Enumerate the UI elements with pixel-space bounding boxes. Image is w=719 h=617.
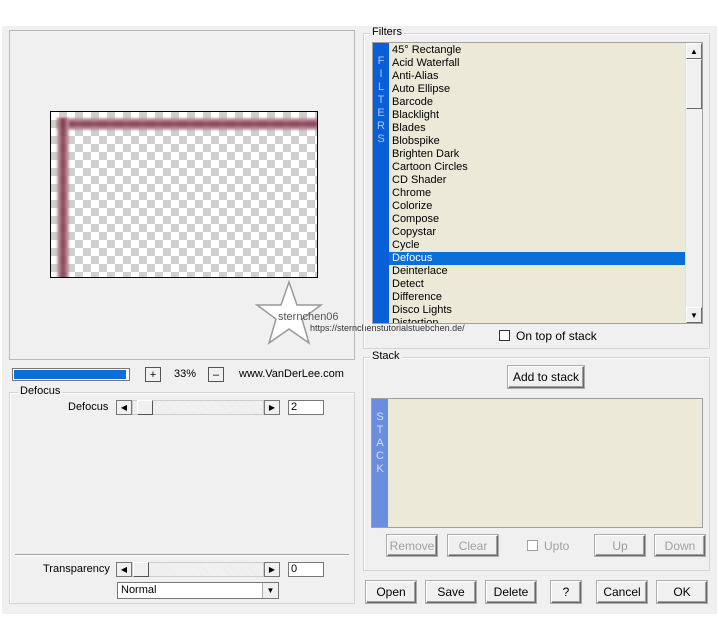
upto-label: Upto <box>544 539 570 553</box>
stack-strip-letter: K <box>376 463 384 475</box>
open-button[interactable]: Open <box>366 581 416 603</box>
filter-items[interactable]: 45° Rectangle Acid Waterfall Anti-Alias Aut… <box>389 44 685 323</box>
filter-item[interactable]: 45° Rectangle <box>389 44 685 57</box>
filter-item[interactable]: Colorize <box>389 200 685 213</box>
filter-item[interactable]: Blacklight <box>389 109 685 122</box>
filter-item[interactable]: Cartoon Circles <box>389 161 685 174</box>
watermark-name: sternchen06 <box>278 311 339 323</box>
on-top-of-stack-label: On top of stack <box>516 329 597 343</box>
help-button[interactable]: ? <box>551 581 581 603</box>
defocus-slider-left-button[interactable]: ◀ <box>116 400 132 415</box>
filter-item[interactable]: Detect <box>389 278 685 291</box>
clear-button[interactable]: Clear <box>448 535 498 556</box>
filters-strip-letter: F <box>377 55 385 67</box>
filters-side-strip: FILTERS <box>373 43 389 323</box>
chevron-down-icon[interactable]: ▼ <box>262 583 278 598</box>
transparency-label: Transparency <box>43 563 110 575</box>
website-link[interactable]: www.VanDerLee.com <box>239 368 344 380</box>
filter-item-selected[interactable]: Defocus <box>389 252 685 265</box>
stack-list[interactable]: STACK <box>371 398 703 528</box>
filter-item[interactable]: Disco Lights <box>389 304 685 317</box>
defocus-param-label: Defocus <box>68 401 109 413</box>
filter-item[interactable]: Anti-Alias <box>389 70 685 83</box>
stack-strip-letter: S <box>376 411 384 423</box>
transparency-slider-track[interactable] <box>132 562 264 577</box>
scroll-thumb[interactable] <box>686 59 702 109</box>
save-button[interactable]: Save <box>426 581 476 603</box>
cancel-button[interactable]: Cancel <box>597 581 647 603</box>
preview-frame-top <box>57 118 317 130</box>
progress-fill <box>14 370 126 379</box>
scroll-down-icon[interactable]: ▼ <box>686 307 702 323</box>
filter-item[interactable]: Cycle <box>389 239 685 252</box>
filter-dialog: sternchen06 https://sternchenstutorialst… <box>2 26 717 614</box>
filter-item[interactable]: Distortion <box>389 317 685 323</box>
defocus-value-field[interactable]: 2 <box>288 400 324 415</box>
add-to-stack-button[interactable]: Add to stack <box>508 366 584 388</box>
filter-item[interactable]: Auto Ellipse <box>389 83 685 96</box>
stack-side-strip: STACK <box>372 399 388 527</box>
filter-list[interactable]: FILTERS 45° Rectangle Acid Waterfall Anti-… <box>372 42 703 324</box>
defocus-slider-thumb[interactable] <box>137 400 153 415</box>
filters-strip-letter: I <box>379 68 383 80</box>
preview-canvas[interactable] <box>50 111 318 278</box>
filter-item[interactable]: Brighten Dark <box>389 148 685 161</box>
blend-mode-value: Normal <box>121 584 157 596</box>
filters-strip-letter: R <box>377 120 385 132</box>
zoom-out-button[interactable]: – <box>208 367 224 382</box>
separator-line <box>15 554 349 556</box>
delete-button[interactable]: Delete <box>486 581 536 603</box>
down-button[interactable]: Down <box>655 535 705 556</box>
filter-item[interactable]: Blades <box>389 122 685 135</box>
filter-item[interactable]: Acid Waterfall <box>389 57 685 70</box>
preview-frame-left <box>57 118 69 277</box>
stack-strip-letter: T <box>376 424 384 436</box>
filters-strip-letter: E <box>377 107 385 119</box>
filter-item[interactable]: Difference <box>389 291 685 304</box>
filter-item[interactable]: Barcode <box>389 96 685 109</box>
zoom-in-button[interactable]: + <box>145 367 161 382</box>
preview-panel: sternchen06 https://sternchenstutorialst… <box>9 30 465 360</box>
stack-group-label: Stack <box>370 350 402 362</box>
scroll-up-icon[interactable]: ▲ <box>686 43 702 59</box>
zoom-level: 33% <box>174 368 197 380</box>
transparency-slider-left-button[interactable]: ◀ <box>116 562 132 577</box>
blend-mode-select[interactable]: Normal ▼ <box>117 582 279 599</box>
filter-item[interactable]: Copystar <box>389 226 685 239</box>
up-button[interactable]: Up <box>595 535 645 556</box>
on-top-of-stack-checkbox[interactable] <box>499 330 510 341</box>
progress-bar <box>12 368 130 381</box>
remove-button[interactable]: Remove <box>387 535 437 556</box>
filter-item[interactable]: Blobspike <box>389 135 685 148</box>
filter-item[interactable]: Compose <box>389 213 685 226</box>
defocus-slider-right-button[interactable]: ▶ <box>264 400 280 415</box>
filter-item[interactable]: Deinterlace <box>389 265 685 278</box>
transparency-slider-thumb[interactable] <box>133 562 149 577</box>
transparency-slider-right-button[interactable]: ▶ <box>264 562 280 577</box>
filters-group-label: Filters <box>370 26 404 38</box>
upto-checkbox[interactable] <box>527 540 538 551</box>
transparency-value-field[interactable]: 0 <box>288 562 324 577</box>
filter-list-scrollbar[interactable]: ▲ ▼ <box>685 43 702 323</box>
filters-strip-letter: L <box>377 81 385 93</box>
filter-item[interactable]: Chrome <box>389 187 685 200</box>
ok-button[interactable]: OK <box>657 581 707 603</box>
stack-strip-letter: A <box>376 437 384 449</box>
filters-strip-letter: S <box>377 133 385 145</box>
filter-item[interactable]: CD Shader <box>389 174 685 187</box>
filters-strip-letter: T <box>377 94 385 106</box>
stack-strip-letter: C <box>376 450 384 462</box>
defocus-group-label: Defocus <box>18 385 63 397</box>
